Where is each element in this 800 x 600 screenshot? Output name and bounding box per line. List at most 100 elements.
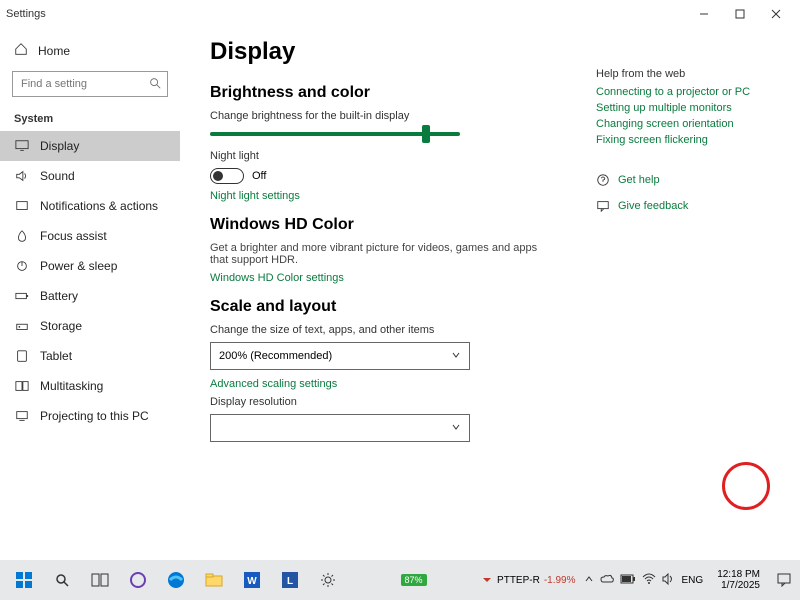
scale-dropdown[interactable]: 200% (Recommended) [210,342,470,370]
get-help-link[interactable]: Get help [596,170,776,190]
chevron-up-icon[interactable] [584,574,594,587]
search-button[interactable] [44,562,80,598]
resolution-label: Display resolution [210,396,770,408]
category-heading: System [0,107,180,131]
home-icon [14,42,28,59]
explorer-button[interactable] [196,562,232,598]
sidebar-item-sound[interactable]: Sound [0,161,180,191]
sidebar-item-projecting[interactable]: Projecting to this PC [0,401,180,431]
task-view-button[interactable] [82,562,118,598]
settings-window: Settings Home System Display Sound [0,0,800,560]
hdcolor-link[interactable]: Windows HD Color settings [210,272,770,284]
sidebar-item-label: Multitasking [40,379,103,393]
slider-thumb[interactable] [422,125,430,143]
close-button[interactable] [758,0,794,28]
help-link[interactable]: Changing screen orientation [596,118,776,130]
wifi-icon[interactable] [642,573,656,588]
help-link[interactable]: Connecting to a projector or PC [596,86,776,98]
storage-icon [14,318,30,334]
get-help-label: Get help [618,174,660,186]
stock-down-icon [481,574,493,586]
sidebar-item-label: Storage [40,319,82,333]
edge-button[interactable] [158,562,194,598]
search-input[interactable] [12,71,168,97]
sidebar-item-focus-assist[interactable]: Focus assist [0,221,180,251]
settings-taskbar-button[interactable] [310,562,346,598]
taskbar: W L 87% PTTEP-R -1.99% ENG 12:18 PM 1/7/… [0,560,800,600]
chevron-down-icon [451,422,461,435]
app-button[interactable]: L [272,562,308,598]
content-pane: Display Brightness and color Change brig… [180,28,800,560]
sound-icon [14,168,30,184]
stock-change: -1.99% [544,575,576,586]
help-heading: Help from the web [596,68,776,80]
date: 1/7/2025 [717,580,760,591]
home-link[interactable]: Home [0,34,180,67]
sidebar-item-label: Focus assist [40,229,107,243]
lang-indicator[interactable]: ENG [682,575,704,586]
battery-icon [14,288,30,304]
clock[interactable]: 12:18 PM 1/7/2025 [711,569,766,591]
scale-heading: Scale and layout [210,298,770,316]
resolution-dropdown[interactable] [210,414,470,442]
system-tray: ENG [584,573,704,588]
scale-value: 200% (Recommended) [219,350,332,362]
advanced-scaling-link[interactable]: Advanced scaling settings [210,378,770,390]
battery-icon[interactable] [620,574,636,587]
home-label: Home [38,44,70,58]
scale-label: Change the size of text, apps, and other… [210,324,770,336]
titlebar: Settings [0,0,800,28]
projecting-icon [14,408,30,424]
maximize-button[interactable] [722,0,758,28]
help-icon [596,173,610,187]
help-link[interactable]: Setting up multiple monitors [596,102,776,114]
minimize-button[interactable] [686,0,722,28]
time: 12:18 PM [717,569,760,580]
action-center-button[interactable] [774,562,794,598]
sidebar: Home System Display Sound Notifications … [0,28,180,560]
onedrive-icon[interactable] [600,574,614,587]
multitasking-icon [14,378,30,394]
hdcolor-desc: Get a brighter and more vibrant picture … [210,242,550,266]
help-link[interactable]: Fixing screen flickering [596,134,776,146]
feedback-link[interactable]: Give feedback [596,196,776,216]
sidebar-item-label: Projecting to this PC [40,409,149,423]
help-panel: Help from the web Connecting to a projec… [596,68,776,222]
word-button[interactable]: W [234,562,270,598]
tablet-icon [14,348,30,364]
search-box[interactable] [12,71,168,97]
notifications-icon [14,198,30,214]
stock-name: PTTEP-R [497,575,540,586]
sidebar-item-display[interactable]: Display [0,131,180,161]
sidebar-item-storage[interactable]: Storage [0,311,180,341]
sidebar-item-label: Battery [40,289,78,303]
sidebar-item-notifications[interactable]: Notifications & actions [0,191,180,221]
feedback-label: Give feedback [618,200,688,212]
sidebar-item-power-sleep[interactable]: Power & sleep [0,251,180,281]
battery-badge[interactable]: 87% [401,574,427,586]
sidebar-item-label: Notifications & actions [40,199,158,213]
chevron-down-icon [451,350,461,363]
svg-text:L: L [287,576,293,587]
copilot-button[interactable] [120,562,156,598]
sidebar-item-tablet[interactable]: Tablet [0,341,180,371]
focus-icon [14,228,30,244]
start-button[interactable] [6,562,42,598]
sidebar-item-battery[interactable]: Battery [0,281,180,311]
stock-widget[interactable]: PTTEP-R -1.99% [481,574,575,586]
sidebar-item-label: Sound [40,169,75,183]
svg-text:W: W [247,576,257,587]
sidebar-item-multitasking[interactable]: Multitasking [0,371,180,401]
volume-icon[interactable] [662,573,676,588]
search-icon [148,76,162,93]
sidebar-item-label: Display [40,139,79,153]
sidebar-item-label: Tablet [40,349,72,363]
sidebar-item-label: Power & sleep [40,259,117,273]
toggle-state: Off [252,170,266,182]
brightness-slider[interactable] [210,132,460,136]
feedback-icon [596,199,610,213]
toggle-switch[interactable] [210,168,244,184]
app-title: Settings [6,8,46,20]
page-title: Display [210,38,770,66]
display-icon [14,138,30,154]
